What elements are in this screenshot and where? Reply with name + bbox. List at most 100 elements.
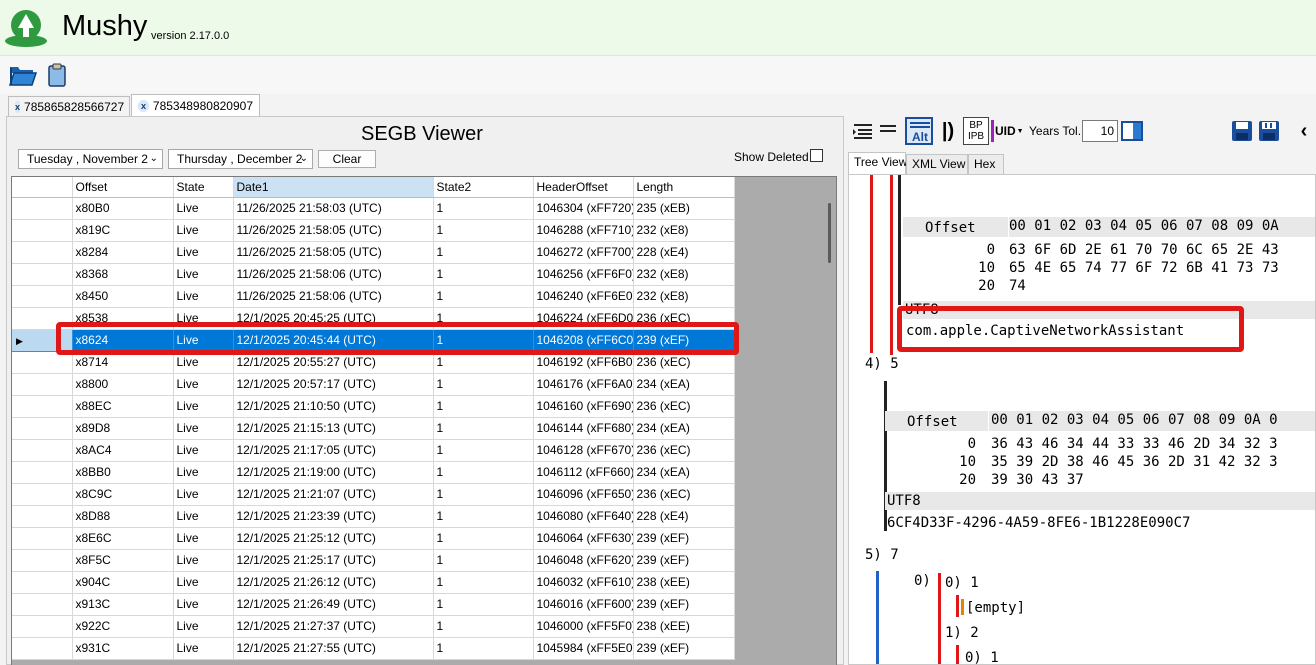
records-grid[interactable]: Offset State Date1 State2 HeaderOffset L…: [11, 176, 837, 665]
column-header[interactable]: Length: [633, 177, 735, 198]
row-header[interactable]: [12, 615, 73, 638]
row-header[interactable]: [12, 373, 73, 396]
table-cell[interactable]: 1046000 (xFF5F0): [533, 615, 634, 638]
bplist-button[interactable]: BP IPB: [963, 117, 989, 145]
row-header[interactable]: [12, 417, 73, 440]
table-cell[interactable]: x819C: [72, 219, 174, 242]
table-cell[interactable]: x8368: [72, 263, 174, 286]
row-header[interactable]: [12, 593, 73, 616]
table-cell[interactable]: 1046288 (xFF710): [533, 219, 634, 242]
table-row[interactable]: x8AC4 Live 12/1/2025 21:17:05 (UTC) 1 104612…: [12, 439, 735, 462]
table-row[interactable]: x88EC Live 12/1/2025 21:10:50 (UTC) 1 104616…: [12, 395, 735, 418]
tab-xml-view[interactable]: XML View: [906, 154, 968, 174]
table-cell[interactable]: 1: [433, 219, 534, 242]
column-header[interactable]: HeaderOffset: [533, 177, 634, 198]
table-cell[interactable]: 1: [433, 263, 534, 286]
table-cell[interactable]: 235 (xEB): [633, 197, 735, 220]
table-cell[interactable]: Live: [173, 439, 234, 462]
years-tol-input[interactable]: 10: [1082, 120, 1118, 142]
table-row[interactable]: x904C Live 12/1/2025 21:26:12 (UTC) 1 104603…: [12, 571, 735, 594]
table-cell[interactable]: x8D88: [72, 505, 174, 528]
table-cell[interactable]: x8BB0: [72, 461, 174, 484]
table-row[interactable]: x913C Live 12/1/2025 21:26:49 (UTC) 1 104601…: [12, 593, 735, 616]
grid-scrollbar[interactable]: [828, 203, 831, 263]
table-cell[interactable]: Live: [173, 219, 234, 242]
table-cell[interactable]: 12/1/2025 21:26:49 (UTC): [233, 593, 434, 616]
table-cell[interactable]: Live: [173, 395, 234, 418]
table-cell[interactable]: x8450: [72, 285, 174, 308]
save-button[interactable]: [1230, 118, 1254, 144]
table-cell[interactable]: x922C: [72, 615, 174, 638]
table-cell[interactable]: 1: [433, 637, 534, 660]
table-row[interactable]: x8E6C Live 12/1/2025 21:25:12 (UTC) 1 104606…: [12, 527, 735, 550]
table-cell[interactable]: 232 (xE8): [633, 263, 735, 286]
table-cell[interactable]: 1046144 (xFF680): [533, 417, 634, 440]
table-cell[interactable]: x89D8: [72, 417, 174, 440]
doc-tab-2[interactable]: x 785348980820907: [131, 94, 260, 116]
table-cell[interactable]: Live: [173, 527, 234, 550]
table-cell[interactable]: 238 (xEE): [633, 615, 735, 638]
table-cell[interactable]: 239 (xEF): [633, 637, 735, 660]
table-cell[interactable]: 1: [433, 461, 534, 484]
table-row[interactable]: x89D8 Live 12/1/2025 21:15:13 (UTC) 1 104614…: [12, 417, 735, 440]
table-cell[interactable]: x8F5C: [72, 549, 174, 572]
table-cell[interactable]: 1: [433, 505, 534, 528]
table-cell[interactable]: Live: [173, 593, 234, 616]
table-cell[interactable]: 12/1/2025 21:10:50 (UTC): [233, 395, 434, 418]
row-header[interactable]: [12, 505, 73, 528]
table-cell[interactable]: 1: [433, 197, 534, 220]
table-cell[interactable]: x8800: [72, 373, 174, 396]
table-row[interactable]: x8800 Live 12/1/2025 20:57:17 (UTC) 1 104617…: [12, 373, 735, 396]
table-cell[interactable]: 11/26/2025 21:58:05 (UTC): [233, 241, 434, 264]
column-header[interactable]: State: [173, 177, 234, 198]
bracket-view-button[interactable]: |): [936, 118, 960, 144]
table-cell[interactable]: 228 (xE4): [633, 241, 735, 264]
table-cell[interactable]: 1: [433, 241, 534, 264]
table-cell[interactable]: 236 (xEC): [633, 439, 735, 462]
table-row[interactable]: x8BB0 Live 12/1/2025 21:19:00 (UTC) 1 104611…: [12, 461, 735, 484]
table-cell[interactable]: x8AC4: [72, 439, 174, 462]
row-header[interactable]: [12, 395, 73, 418]
table-row[interactable]: x931C Live 12/1/2025 21:27:55 (UTC) 1 104598…: [12, 637, 735, 660]
table-cell[interactable]: 1046304 (xFF720): [533, 197, 634, 220]
table-row[interactable]: x8368 Live 11/26/2025 21:58:06 (UTC) 1 10462…: [12, 263, 735, 286]
table-cell[interactable]: 1046128 (xFF670): [533, 439, 634, 462]
collapse-tree-button[interactable]: [852, 118, 874, 144]
table-cell[interactable]: 1046272 (xFF700): [533, 241, 634, 264]
row-header[interactable]: [12, 637, 73, 660]
row-header[interactable]: [12, 483, 73, 506]
table-cell[interactable]: 1: [433, 395, 534, 418]
table-cell[interactable]: x8284: [72, 241, 174, 264]
table-cell[interactable]: 1046064 (xFF630): [533, 527, 634, 550]
back-button[interactable]: ‹: [1296, 118, 1312, 144]
row-header[interactable]: [12, 285, 73, 308]
tab-tree-view[interactable]: Tree View: [848, 152, 907, 174]
table-cell[interactable]: 1: [433, 615, 534, 638]
table-row[interactable]: x8C9C Live 12/1/2025 21:21:07 (UTC) 1 104609…: [12, 483, 735, 506]
row-header[interactable]: [12, 197, 73, 220]
table-cell[interactable]: 12/1/2025 20:57:17 (UTC): [233, 373, 434, 396]
table-cell[interactable]: Live: [173, 637, 234, 660]
table-cell[interactable]: 234 (xEA): [633, 461, 735, 484]
open-folder-button[interactable]: [8, 62, 38, 88]
tree-node[interactable]: 0): [914, 573, 931, 589]
tree-node[interactable]: 4) 5: [865, 356, 899, 372]
table-cell[interactable]: 12/1/2025 21:25:12 (UTC): [233, 527, 434, 550]
table-cell[interactable]: Live: [173, 615, 234, 638]
table-cell[interactable]: 12/1/2025 21:19:00 (UTC): [233, 461, 434, 484]
table-cell[interactable]: 1: [433, 527, 534, 550]
table-cell[interactable]: 236 (xEC): [633, 483, 735, 506]
table-cell[interactable]: Live: [173, 571, 234, 594]
table-row[interactable]: x8D88 Live 12/1/2025 21:23:39 (UTC) 1 104608…: [12, 505, 735, 528]
table-row[interactable]: x8F5C Live 12/1/2025 21:25:17 (UTC) 1 104604…: [12, 549, 735, 572]
table-cell[interactable]: 236 (xEC): [633, 395, 735, 418]
table-cell[interactable]: x904C: [72, 571, 174, 594]
table-cell[interactable]: 1: [433, 593, 534, 616]
table-cell[interactable]: 1045984 (xFF5E0): [533, 637, 634, 660]
clear-button[interactable]: Clear: [318, 150, 376, 168]
table-cell[interactable]: x913C: [72, 593, 174, 616]
table-cell[interactable]: 1046080 (xFF640): [533, 505, 634, 528]
tab-hex[interactable]: Hex: [968, 154, 1004, 174]
column-header[interactable]: State2: [433, 177, 534, 198]
row-header[interactable]: [12, 549, 73, 572]
